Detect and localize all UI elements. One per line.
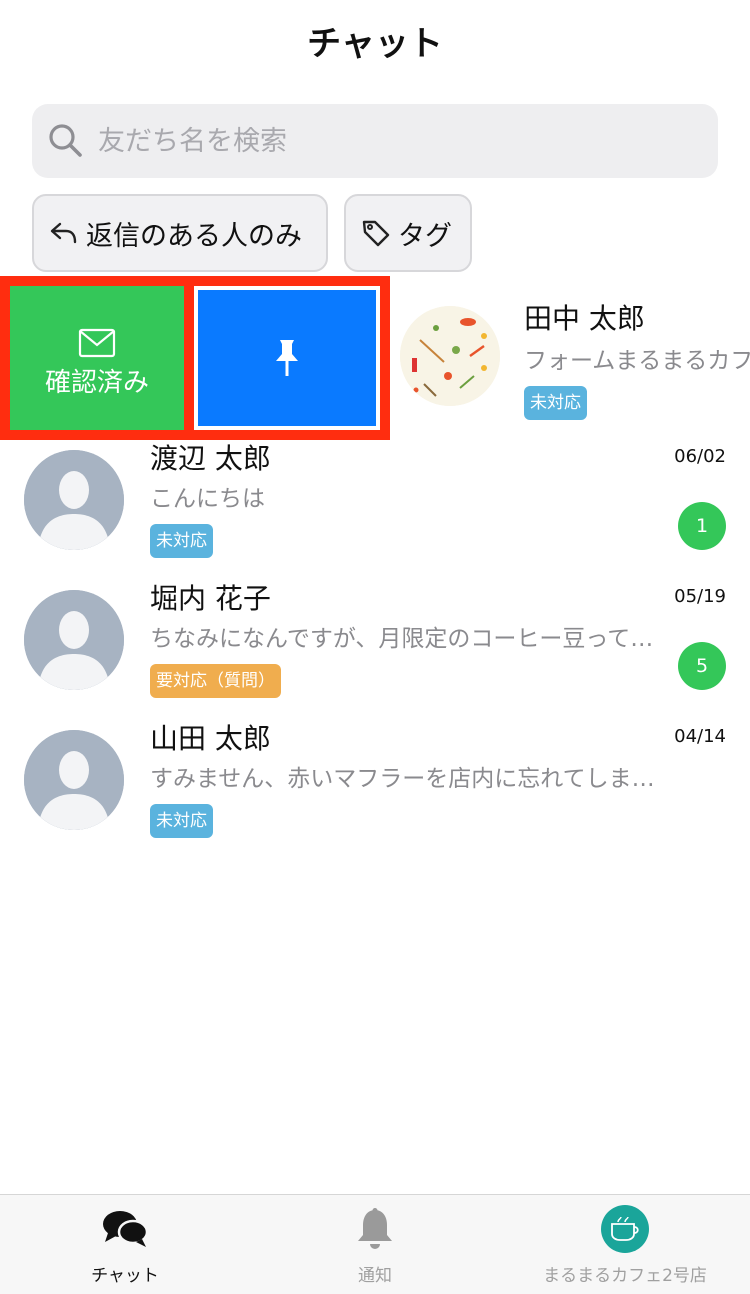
filter-reply-only-button[interactable]: 返信のある人のみ [32,194,328,272]
tab-bar: チャット 通知 まるまるカフェ2号店 [0,1194,750,1294]
tab-chat[interactable]: チャット [0,1195,250,1294]
status-tag: 未対応 [150,524,213,558]
tab-chat-label: チャット [91,1266,159,1286]
filter-tag-label: タグ [398,220,452,252]
status-tag: 要対応（質問） [150,664,281,698]
tab-shop-label: まるまるカフェ2号店 [543,1266,707,1286]
bell-icon [358,1208,392,1249]
tab-notifications[interactable]: 通知 [250,1195,500,1294]
filter-tag-button[interactable]: タグ [344,194,472,272]
search-input[interactable] [96,124,660,158]
default-avatar-icon [24,590,124,690]
unread-count-badge: 5 [678,642,726,690]
last-message: すみません、赤いマフラーを店内に忘れてしま… [150,766,655,792]
shop-logo-icon [601,1205,649,1253]
profile-avatar [400,306,500,406]
message-date: 04/14 [674,726,726,747]
pattern-avatar-icon [400,306,500,406]
chat-row-3[interactable]: 山田 太郎 04/14 すみません、赤いマフラーを店内に忘れてしま… 未対応 [0,720,750,860]
chat-bubbles-icon [103,1211,148,1247]
contact-name: 山田 太郎 [150,722,271,755]
reply-icon [50,222,77,244]
mark-confirmed-label: 確認済み [44,367,149,398]
last-message: こんにちは [150,486,265,512]
pin-icon [276,340,298,376]
default-avatar-icon [24,730,124,830]
chat-row-1[interactable]: 渡辺 太郎 06/02 こんにちは 未対応 1 [0,440,750,580]
chat-row-0[interactable]: 田中 太郎 フォームまるまるカフェ 未対応 [390,276,750,440]
page-title: チャット [307,24,443,64]
tab-shop[interactable]: まるまるカフェ2号店 [500,1195,750,1294]
last-message: ちなみになんですが、月限定のコーヒー豆って… [150,626,654,652]
pin-chat-button[interactable] [184,276,390,440]
tab-notifications-label: 通知 [358,1266,392,1286]
last-message: フォームまるまるカフェ [524,348,750,374]
profile-avatar [24,730,124,830]
contact-name: 田中 太郎 [524,302,645,335]
mark-confirmed-button[interactable]: 確認済み [0,276,194,440]
message-date: 06/02 [674,446,726,467]
status-tag: 未対応 [150,804,213,838]
message-date: 05/19 [674,586,726,607]
unread-count-badge: 1 [678,502,726,550]
contact-name: 堀内 花子 [150,582,271,615]
envelope-icon [78,328,116,357]
default-avatar-icon [24,450,124,550]
profile-avatar [24,590,124,690]
search-bar[interactable] [32,104,718,178]
status-tag: 未対応 [524,386,587,420]
chat-row-2[interactable]: 堀内 花子 05/19 ちなみになんですが、月限定のコーヒー豆って… 要対応（質… [0,580,750,720]
contact-name: 渡辺 太郎 [150,442,271,475]
chat-screen: チャット 返信のある人のみ タグ 確認済み [0,0,750,1294]
filter-reply-only-label: 返信のある人のみ [86,220,302,252]
search-icon [49,124,82,157]
tag-icon [362,220,390,247]
profile-avatar [24,450,124,550]
